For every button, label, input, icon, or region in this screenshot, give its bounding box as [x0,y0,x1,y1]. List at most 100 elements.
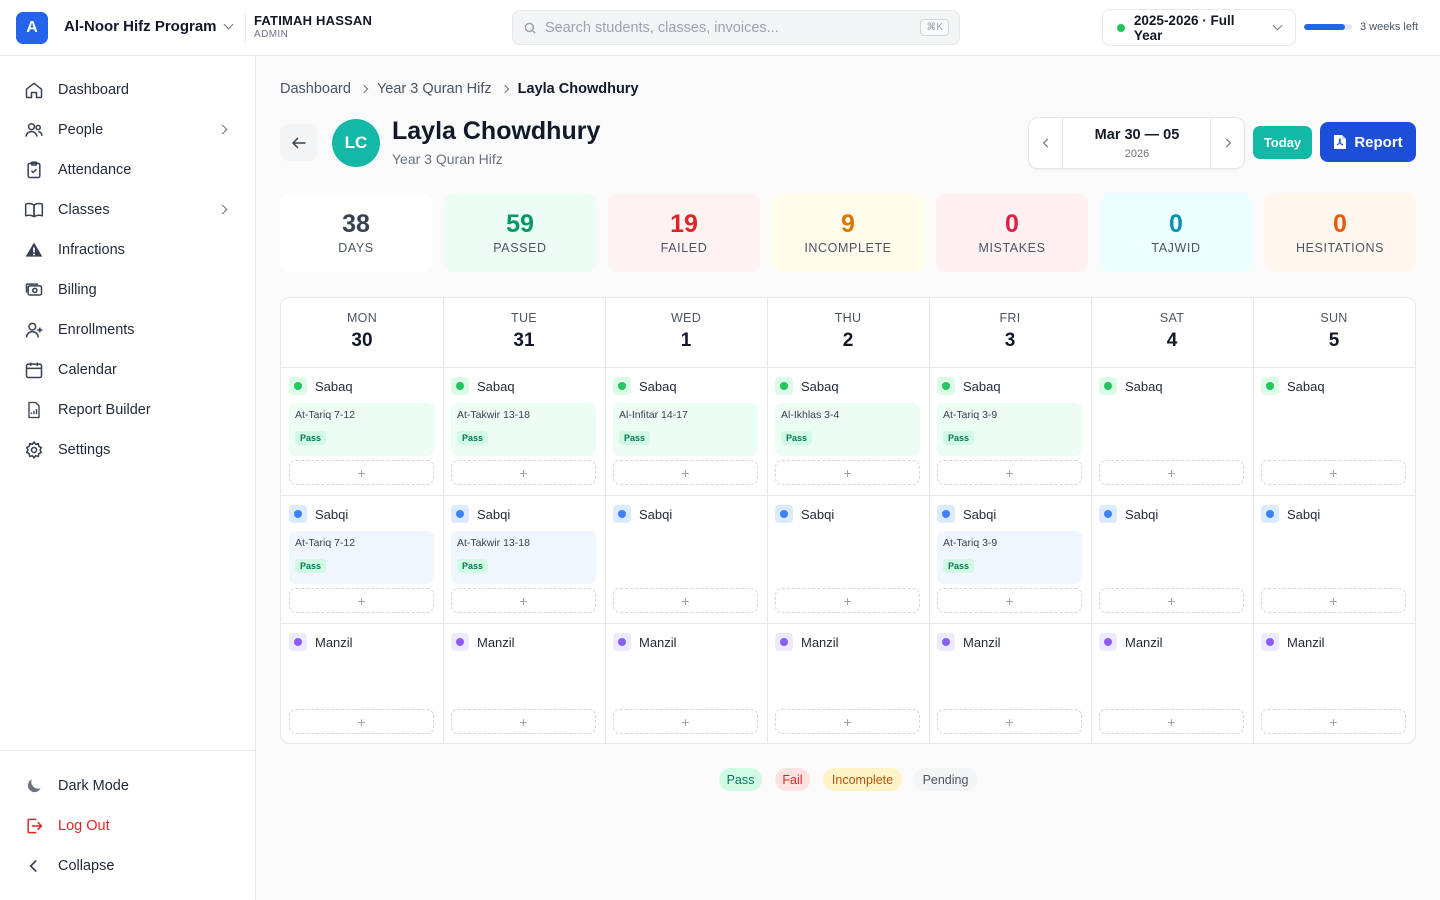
category-name: Sabqi [477,506,511,522]
chevron-right-icon [217,204,228,215]
add-entry-button[interactable]: + [937,460,1082,485]
dot [618,510,626,518]
dark-mode-toggle[interactable]: Dark Mode [16,768,240,804]
collapse-sidebar-button[interactable]: Collapse [16,848,240,884]
sidebar-item-settings[interactable]: Settings [16,432,240,468]
sidebar-item-calendar[interactable]: Calendar [16,352,240,388]
add-entry-button[interactable]: + [775,460,920,485]
category-label-manzil: Manzil [289,633,353,651]
lesson-entry[interactable]: At-Tariq 7-12 Pass [289,403,434,456]
day-column-tue: TUE 31 Sabaq At-Takwir 13-18 Pass + Sabqi At-Ta… [443,298,605,743]
category-label-sabqi: Sabqi [451,505,510,523]
arrow-left-icon [291,137,306,148]
chevron-right-icon [1225,138,1231,148]
dot [1104,382,1112,390]
breadcrumb-dashboard[interactable]: Dashboard [280,81,351,97]
date-range[interactable]: Mar 30 — 05 [1063,127,1211,143]
sidebar-item-report-builder[interactable]: Report Builder [16,392,240,428]
dot [1266,638,1274,646]
dot [456,510,464,518]
lesson-title: At-Tariq 3-9 [943,537,998,549]
next-week-button[interactable] [1210,118,1244,168]
lesson-entry[interactable]: At-Tariq 3-9 Pass [937,531,1082,584]
sidebar-item-label: Enrollments [58,322,135,338]
dot [1104,638,1112,646]
lesson-title: At-Tariq 7-12 [295,409,356,421]
user-role: ADMIN [254,29,289,40]
legend-item-incomplete: Incomplete [823,768,902,791]
add-entry-button[interactable]: + [1099,709,1244,734]
dot [942,510,950,518]
category-label-manzil: Manzil [451,633,515,651]
sidebar-item-attendance[interactable]: Attendance [16,152,240,188]
sidebar-item-dashboard[interactable]: Dashboard [16,72,240,108]
add-entry-button[interactable]: + [1099,460,1244,485]
today-button[interactable]: Today [1253,126,1312,159]
lesson-entry[interactable]: Al-Infitar 14-17 Pass [613,403,758,456]
add-entry-button[interactable]: + [451,588,596,613]
add-entry-button[interactable]: + [613,460,758,485]
add-entry-button[interactable]: + [451,709,596,734]
category-label-sabqi: Sabqi [1261,505,1320,523]
day-number: 2 [842,330,854,351]
dot [294,638,302,646]
lesson-title: At-Takwir 13-18 [457,409,530,421]
add-entry-button[interactable]: + [451,460,596,485]
add-entry-button[interactable]: + [613,709,758,734]
lesson-entry[interactable]: Al-Ikhlas 3-4 Pass [775,403,920,456]
add-entry-button[interactable]: + [1261,460,1406,485]
add-entry-button[interactable]: + [937,588,1082,613]
add-entry-button[interactable]: + [289,709,434,734]
category-label-sabqi: Sabqi [1099,505,1158,523]
category-name: Sabqi [801,506,835,522]
sidebar-item-label: Infractions [58,242,125,258]
day-number: 3 [1004,330,1016,351]
weekly-calendar: MON 30 Sabaq At-Tariq 7-12 Pass + Sabqi At-Tari… [280,297,1416,744]
dot [1266,382,1274,390]
category-dot-icon [1099,505,1117,523]
year-progress-fill [1304,24,1345,30]
add-entry-button[interactable]: + [775,709,920,734]
category-dot-icon [937,377,955,395]
column-divider [767,298,768,743]
report-button[interactable]: Report [1320,122,1416,162]
add-entry-button[interactable]: + [613,588,758,613]
sidebar-item-classes[interactable]: Classes [16,192,240,228]
day-number: 5 [1328,330,1340,351]
academic-year-selector[interactable]: 2025-2026 · Full Year [1102,9,1296,46]
sidebar-item-billing[interactable]: Billing [16,272,240,308]
student-class: Year 3 Quran Hifz [392,151,503,167]
category-name: Sabaq [477,378,515,394]
sidebar-item-label: People [58,122,104,138]
add-entry-button[interactable]: + [1099,588,1244,613]
lesson-entry[interactable]: At-Tariq 7-12 Pass [289,531,434,584]
breadcrumb-current: Layla Chowdhury [517,81,639,97]
add-entry-button[interactable]: + [1261,588,1406,613]
add-entry-button[interactable]: + [1261,709,1406,734]
status-badge: Pass [781,431,813,445]
stat-value: 0 [1005,210,1019,238]
search-bar: ⌘K [512,10,960,45]
stat-card-tajwid: 0 TAJWID [1100,193,1252,272]
previous-week-button[interactable] [1029,118,1063,168]
breadcrumb-class[interactable]: Year 3 Quran Hifz [377,81,492,97]
back-button[interactable] [280,124,317,161]
dot [294,382,302,390]
day-column-sat: SAT 4 Sabaq + Sabqi + Manzil + [1091,298,1253,743]
add-entry-button[interactable]: + [289,460,434,485]
moon-icon [27,779,41,793]
add-entry-button[interactable]: + [937,709,1082,734]
lesson-entry[interactable]: At-Takwir 13-18 Pass [451,531,596,584]
search-input[interactable] [545,19,921,36]
lesson-entry[interactable]: At-Tariq 3-9 Pass [937,403,1082,456]
log-out-button[interactable]: Log Out [16,808,240,844]
add-entry-button[interactable]: + [775,588,920,613]
sidebar-item-people[interactable]: People [16,112,240,148]
lesson-entry[interactable]: At-Takwir 13-18 Pass [451,403,596,456]
stat-card-days: 38 DAYS [280,193,432,272]
dot [294,510,302,518]
sidebar-item-enrollments[interactable]: Enrollments [16,312,240,348]
add-entry-button[interactable]: + [289,588,434,613]
sidebar-item-infractions[interactable]: Infractions [16,232,240,268]
org-switcher[interactable]: Al-Noor Hifz Program [64,18,233,35]
